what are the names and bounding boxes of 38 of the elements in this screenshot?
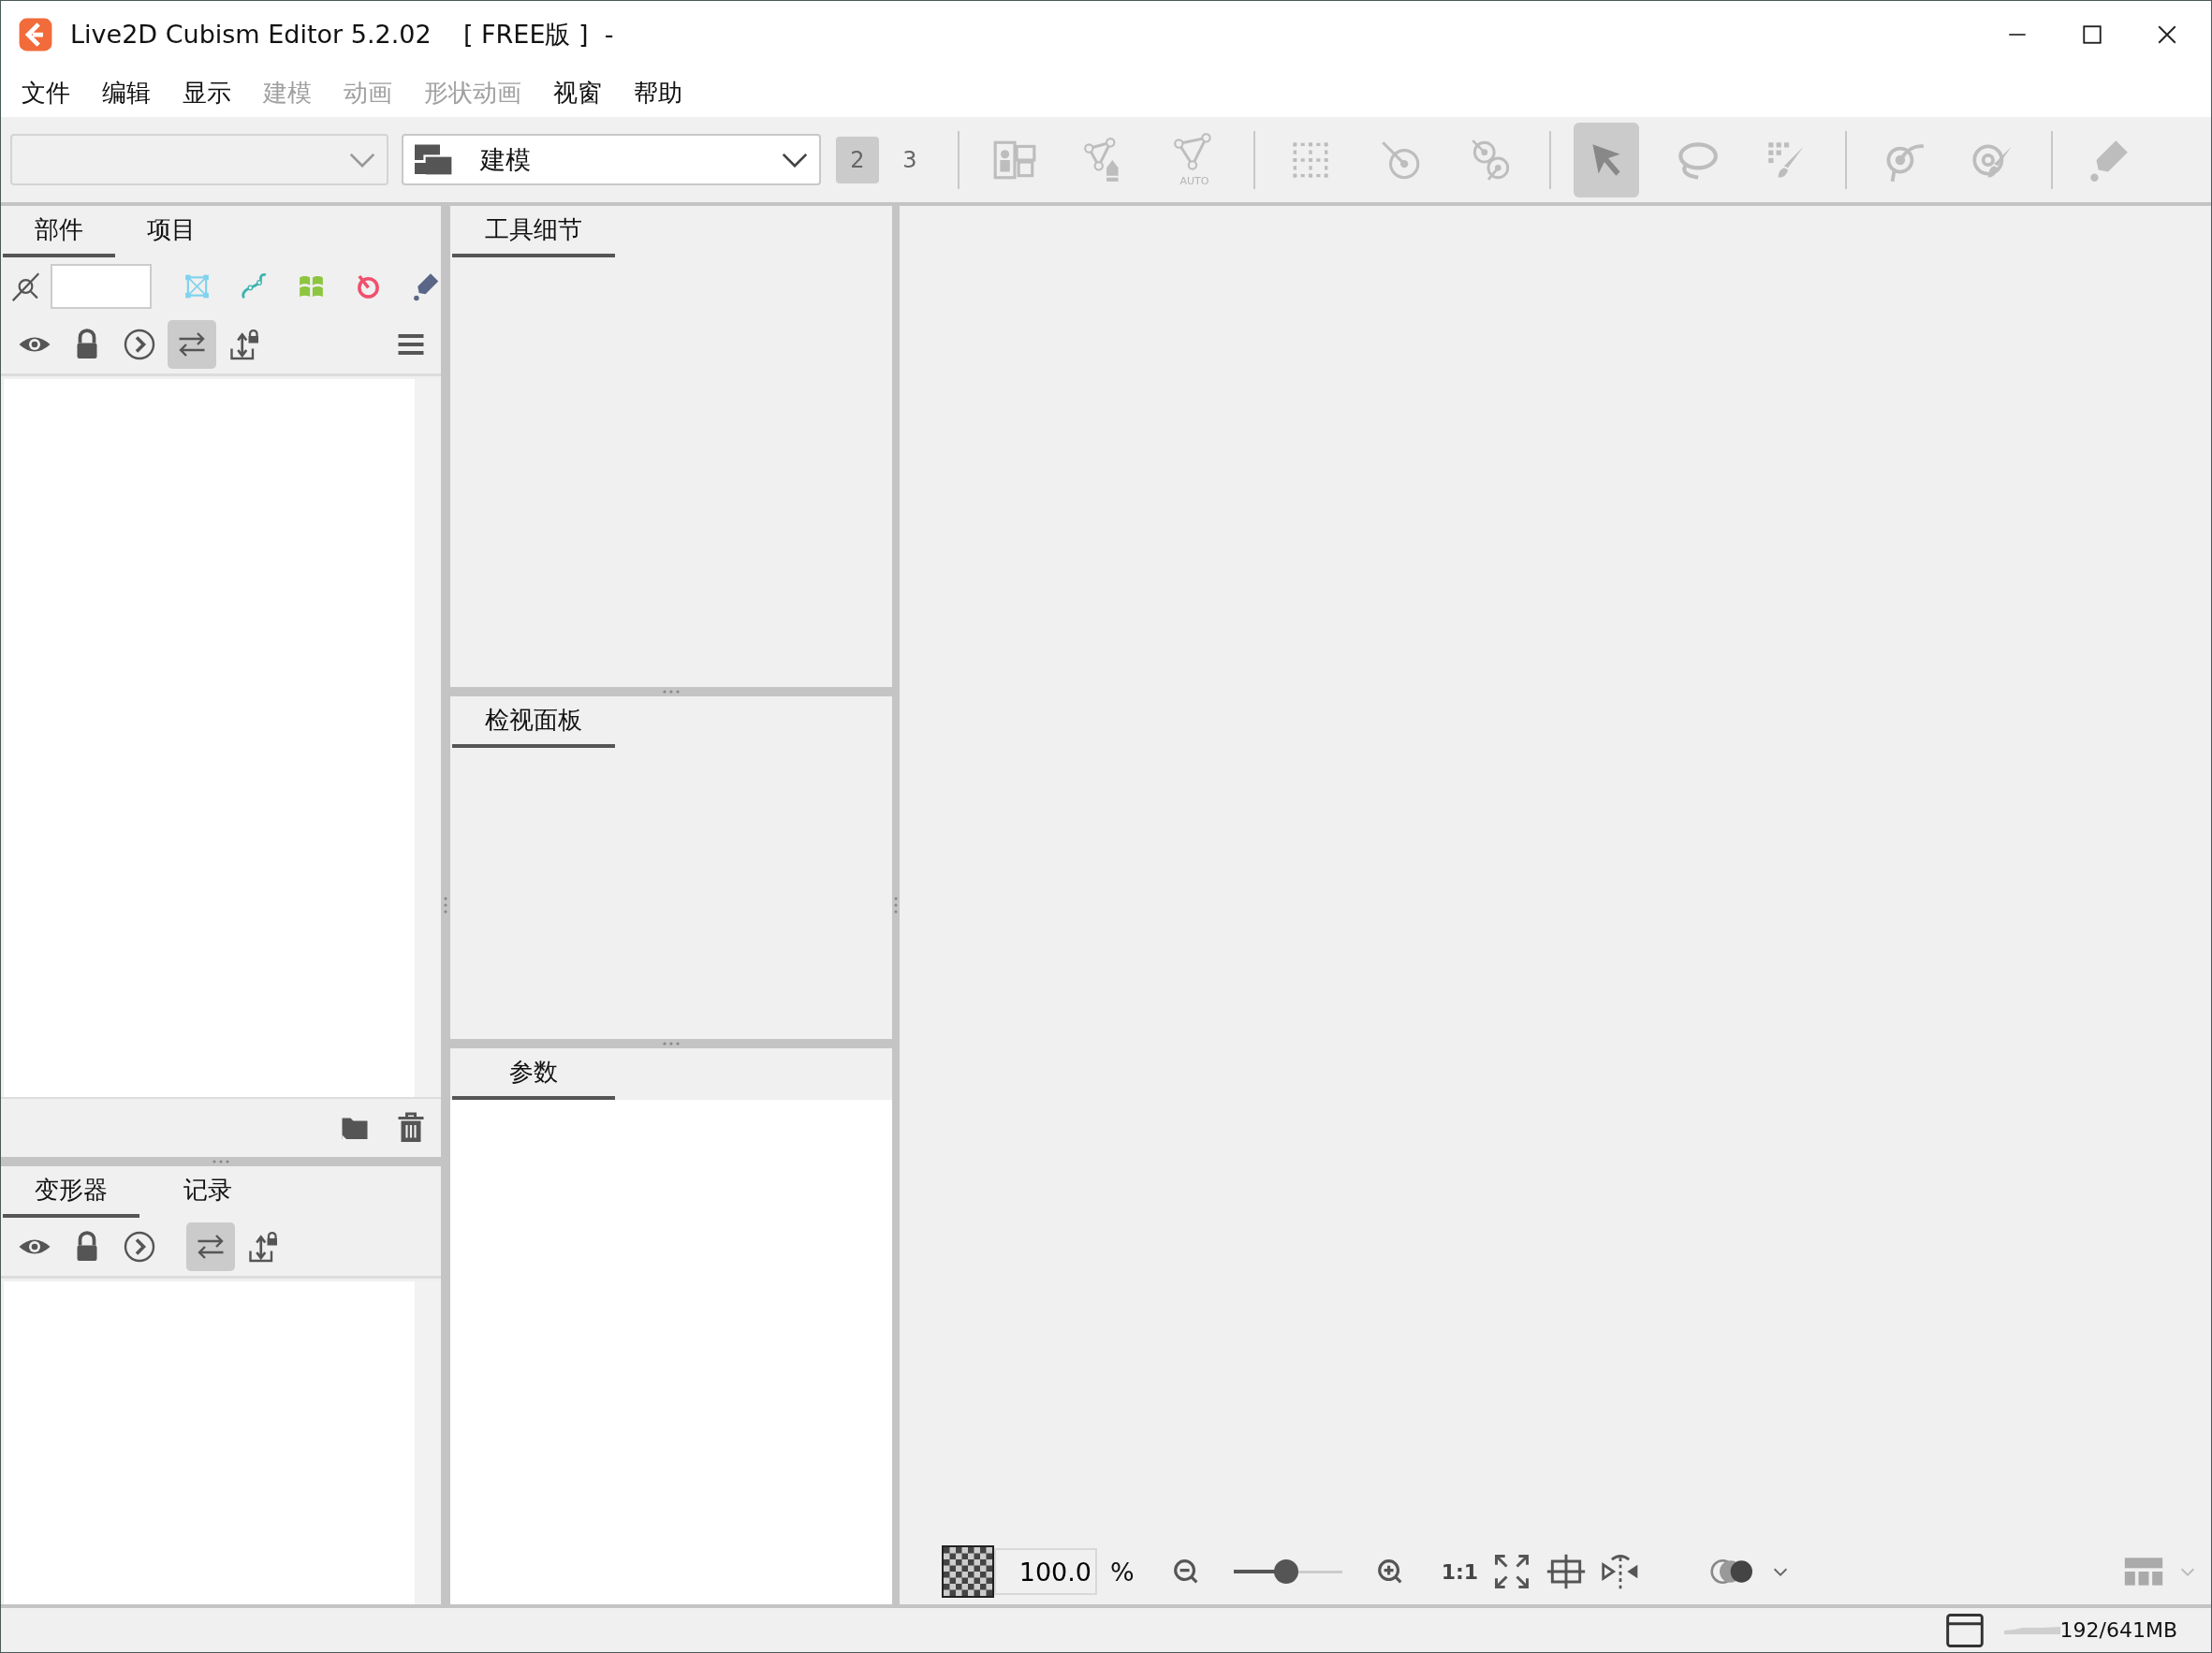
- zoom-slider-thumb[interactable]: [1274, 1559, 1299, 1584]
- actual-size-button[interactable]: 1:1: [1441, 1559, 1479, 1584]
- app-logo-icon: [18, 17, 53, 52]
- menu-item[interactable]: 视窗: [553, 76, 602, 110]
- checkerboard-icon[interactable]: [942, 1545, 994, 1598]
- export-icon: [227, 328, 261, 361]
- splitter-grip-icon[interactable]: [662, 690, 681, 694]
- cursor-tool-button[interactable]: [1574, 122, 1639, 197]
- panel-tab[interactable]: 工具细节: [452, 206, 615, 257]
- menu-item[interactable]: 显示: [183, 76, 231, 110]
- panel-tab[interactable]: 项目: [115, 206, 227, 257]
- panel-tab[interactable]: 部件: [3, 206, 115, 257]
- chevron-circle-icon: [123, 328, 156, 361]
- chevron-down-icon: [349, 152, 375, 168]
- panel-tab[interactable]: 变形器: [3, 1166, 139, 1218]
- chevron-down-icon: [782, 152, 808, 168]
- workspace-select[interactable]: 建模: [402, 134, 821, 185]
- menu-item[interactable]: 编辑: [102, 76, 151, 110]
- export-icon: [246, 1230, 280, 1264]
- panel-tab[interactable]: 检视面板: [452, 696, 615, 748]
- splitter-grip-icon[interactable]: [662, 1042, 681, 1046]
- chevron-circle-icon: [123, 1230, 156, 1264]
- swap-toggle[interactable]: [168, 320, 216, 369]
- panel-tab[interactable]: 记录: [139, 1166, 276, 1218]
- zoom-input[interactable]: 100.0: [994, 1548, 1097, 1595]
- menu-item[interactable]: 帮助: [634, 76, 682, 110]
- splitter-grip-icon[interactable]: [894, 896, 898, 914]
- zoom-unit: %: [1110, 1557, 1135, 1587]
- memory-usage: 192/641MB: [2059, 1618, 2177, 1642]
- view-button[interactable]: 2: [836, 136, 879, 183]
- view-button[interactable]: 3: [888, 136, 931, 183]
- swap-toggle[interactable]: [186, 1222, 235, 1271]
- splitter-grip-icon[interactable]: [212, 1160, 230, 1163]
- splitter-grip-icon[interactable]: [444, 896, 447, 914]
- menu-item[interactable]: 文件: [22, 76, 70, 110]
- memory-graph: [2003, 1626, 2060, 1634]
- window-title: Live2D Cubism Editor 5.2.02 [ FREE版 ] -: [70, 19, 614, 51]
- filter-input[interactable]: [51, 264, 152, 309]
